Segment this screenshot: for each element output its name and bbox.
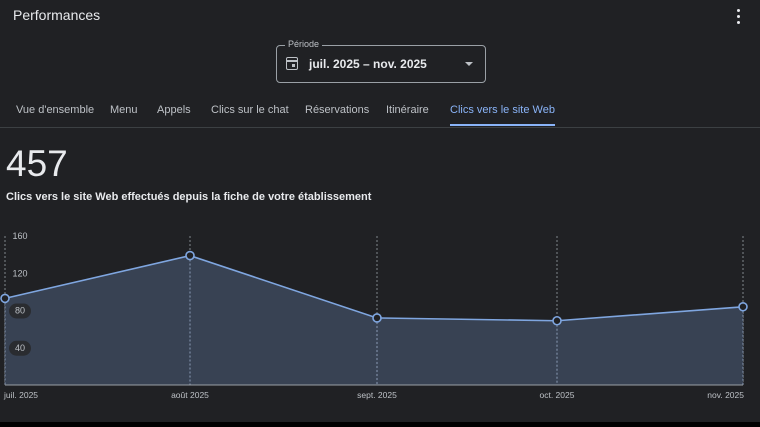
period-value: juil. 2025 – nov. 2025: [309, 57, 427, 71]
tab-overview[interactable]: Vue d'ensemble: [16, 104, 94, 116]
total-value: 457: [6, 143, 68, 184]
data-point: [0, 293, 10, 304]
y-tick-label: 120: [12, 268, 27, 278]
tab-bar: Vue d'ensemble Menu Appels Clics sur le …: [0, 100, 760, 128]
x-tick-label: oct. 2025: [540, 390, 575, 400]
more-vert-icon[interactable]: [732, 6, 744, 26]
metric-description: Clics vers le site Web effectués depuis …: [6, 191, 372, 203]
page-title: Performances: [13, 7, 101, 23]
data-point: [185, 250, 195, 261]
y-tick-label: 80: [15, 306, 25, 316]
tab-directions[interactable]: Itinéraire: [386, 104, 429, 116]
period-select[interactable]: Période juil. 2025 – nov. 2025: [276, 39, 486, 83]
performance-panel: Performances Période juil. 2025 – nov. 2…: [0, 0, 760, 422]
x-tick-label: juil. 2025: [3, 390, 38, 400]
website-clicks-chart: 160 120 80 40 juil. 2025 août 2025 sept. 2025 o…: [0, 231, 748, 400]
x-tick-label: août 2025: [171, 390, 209, 400]
tab-chat-clicks[interactable]: Clics sur le chat: [211, 104, 289, 116]
tab-menu[interactable]: Menu: [110, 104, 138, 116]
calendar-icon: [286, 57, 298, 70]
tab-bookings[interactable]: Réservations: [305, 104, 369, 116]
x-tick-label: sept. 2025: [357, 390, 397, 400]
y-tick-label: 160: [12, 231, 27, 241]
tab-calls[interactable]: Appels: [157, 104, 191, 116]
y-tick-label: 40: [15, 343, 25, 353]
data-point: [738, 301, 748, 312]
data-point: [372, 313, 382, 323]
x-tick-label: nov. 2025: [707, 390, 744, 400]
data-point: [552, 315, 562, 326]
tab-website-clicks[interactable]: Clics vers le site Web: [450, 104, 555, 126]
dropdown-arrow-icon: [465, 62, 473, 66]
period-label: Période: [285, 39, 323, 49]
